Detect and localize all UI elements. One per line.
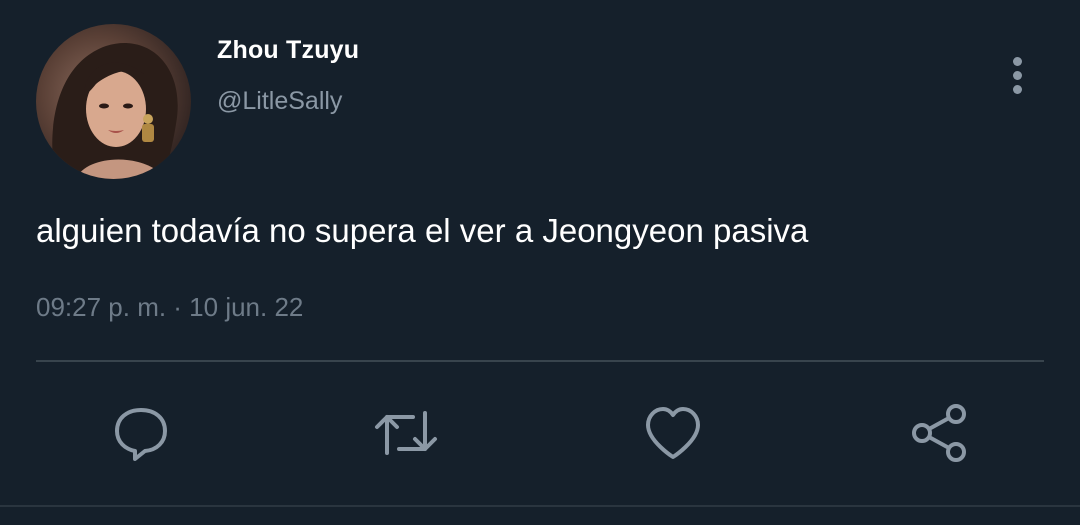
- author-display-name[interactable]: Zhou Tzuyu: [217, 36, 359, 65]
- reply-button[interactable]: [108, 400, 174, 466]
- retweet-icon: [375, 411, 437, 455]
- tweet-text: alguien todavía no supera el ver a Jeong…: [36, 212, 809, 249]
- retweet-button[interactable]: [373, 400, 439, 466]
- divider: [0, 505, 1080, 507]
- tweet-timestamp[interactable]: 09:27 p. m. · 10 jun. 22: [36, 292, 303, 323]
- author-handle[interactable]: @LitleSally: [217, 87, 342, 116]
- divider: [36, 360, 1044, 362]
- more-options-icon[interactable]: [1000, 52, 1034, 98]
- profile-photo: [52, 43, 178, 179]
- like-icon: [646, 407, 700, 459]
- reply-icon: [115, 408, 167, 461]
- share-button[interactable]: [906, 400, 972, 466]
- avatar[interactable]: [36, 24, 191, 179]
- like-button[interactable]: [640, 400, 706, 466]
- share-icon: [912, 404, 966, 462]
